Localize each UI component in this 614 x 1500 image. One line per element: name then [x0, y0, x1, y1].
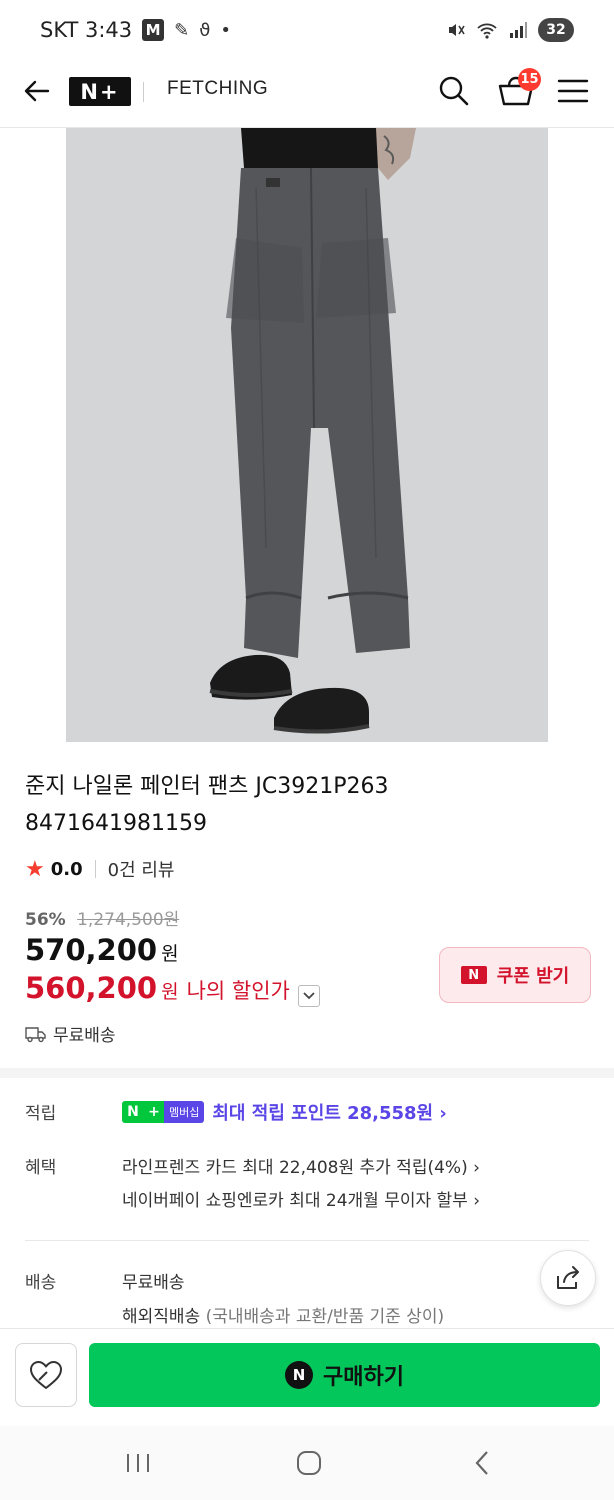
status-bar: SKT 3:43 M ✎ ϑ • 32	[0, 0, 614, 62]
benefit-installment-link[interactable]: 네이버페이 쇼핑엔로카 최대 24개월 무이자 할부 ›	[122, 1186, 480, 1211]
delivery-overseas: 해외직배송 (국내배송과 교환/반품 기준 상이)	[122, 1302, 444, 1327]
cart-count-badge: 15	[518, 68, 541, 91]
system-back-button[interactable]	[462, 1448, 502, 1478]
delivery-label: 배송	[25, 1273, 57, 1293]
store-name[interactable]: FETCHING	[167, 78, 268, 100]
wifi-icon	[477, 23, 497, 39]
share-icon	[557, 1266, 579, 1289]
membership-n-icon: N	[122, 1101, 144, 1123]
carrier-time: SKT 3:43	[40, 18, 133, 42]
product-photo	[66, 128, 548, 742]
benefit-label: 혜택	[25, 1158, 57, 1178]
points-label: 적립	[25, 1104, 57, 1124]
buy-label: 구매하기	[323, 1365, 404, 1390]
m-notification-icon: M	[142, 19, 165, 41]
truck-icon	[25, 1026, 46, 1042]
star-icon: ★	[25, 856, 45, 882]
max-points-text: 최대 적립 포인트 28,558원 ›	[212, 1103, 447, 1124]
naver-pay-icon: N	[285, 1361, 314, 1389]
heart-icon	[30, 1361, 62, 1389]
battery-indicator: 32	[538, 18, 574, 42]
home-button[interactable]	[289, 1448, 329, 1478]
wishlist-button[interactable]	[15, 1343, 77, 1407]
header-divider	[143, 82, 144, 102]
rating-value: 0.0	[50, 858, 83, 880]
my-discount-price-row: 560,200 원 나의 할인가	[25, 971, 320, 1007]
home-icon	[297, 1451, 321, 1475]
app-header: N+ FETCHING 15	[0, 62, 614, 128]
review-count-link[interactable]: 0건 리뷰	[108, 856, 175, 882]
rating-row: ★ 0.0 0건 리뷰	[25, 856, 174, 882]
mute-icon	[449, 24, 465, 36]
chevron-down-icon	[303, 992, 315, 1000]
sale-price-unit: 원	[161, 943, 179, 965]
signal-icon	[510, 22, 527, 38]
naver-plus-logo[interactable]: N+	[69, 77, 131, 106]
delivery-overseas-note: (국내배송과 교환/반품 기준 상이)	[200, 1307, 445, 1327]
recent-apps-icon	[127, 1454, 149, 1472]
delivery-free: 무료배송	[122, 1273, 185, 1293]
original-price: 1,274,500원	[77, 910, 180, 930]
back-button[interactable]	[22, 76, 52, 106]
discount-rate: 56%	[25, 910, 66, 930]
my-discount-price-label: 나의 할인가	[186, 979, 290, 1003]
system-nav-bar	[0, 1426, 614, 1500]
menu-icon[interactable]	[557, 77, 589, 105]
rabbit-app-icon: ϑ	[199, 19, 211, 41]
benefit-card-link[interactable]: 라인프렌즈 카드 최대 22,408원 추가 적립(4%) ›	[122, 1153, 480, 1178]
system-back-icon	[475, 1451, 488, 1475]
membership-plus-icon: +	[144, 1101, 164, 1123]
sale-price-row: 570,200 원	[25, 933, 179, 967]
section-divider	[0, 1068, 614, 1078]
more-notifications-icon: •	[220, 19, 232, 41]
delivery-overseas-main: 해외직배송	[122, 1307, 201, 1327]
search-icon[interactable]	[437, 74, 471, 108]
product-title-line-2: 8471641981159	[25, 811, 207, 836]
product-image[interactable]	[66, 128, 548, 742]
share-button[interactable]	[540, 1250, 596, 1306]
membership-badge-text: 멤버십	[164, 1101, 205, 1123]
sale-price: 570,200	[25, 933, 158, 967]
shipping-summary: 무료배송	[25, 1021, 116, 1046]
price-detail-toggle[interactable]	[297, 985, 320, 1007]
rating-divider	[94, 860, 96, 878]
coupon-download-button[interactable]: N 쿠폰 받기	[439, 947, 591, 1003]
coupon-n-icon: N	[460, 966, 487, 984]
product-title: 준지 나일론 페인터 팬츠 JC3921P263 8471641981159	[25, 768, 585, 842]
my-discount-price: 560,200	[25, 971, 158, 1005]
shipping-text: 무료배송	[53, 1026, 116, 1046]
purchase-bar: N 구매하기	[0, 1328, 614, 1426]
info-divider	[25, 1240, 589, 1241]
original-price-row: 56% 1,274,500원	[25, 905, 179, 930]
membership-points-row[interactable]: N + 멤버십 최대 적립 포인트 28,558원 ›	[122, 1099, 447, 1125]
membership-badge: N + 멤버십	[122, 1101, 205, 1123]
buy-button[interactable]: N 구매하기	[89, 1343, 600, 1407]
product-title-line-1: 준지 나일론 페인터 팬츠 JC3921P263	[25, 774, 389, 799]
notification-icon: ✎	[174, 19, 190, 41]
my-discount-price-unit: 원	[161, 981, 179, 1003]
recent-apps-button[interactable]	[118, 1448, 158, 1478]
coupon-label: 쿠폰 받기	[496, 966, 570, 987]
